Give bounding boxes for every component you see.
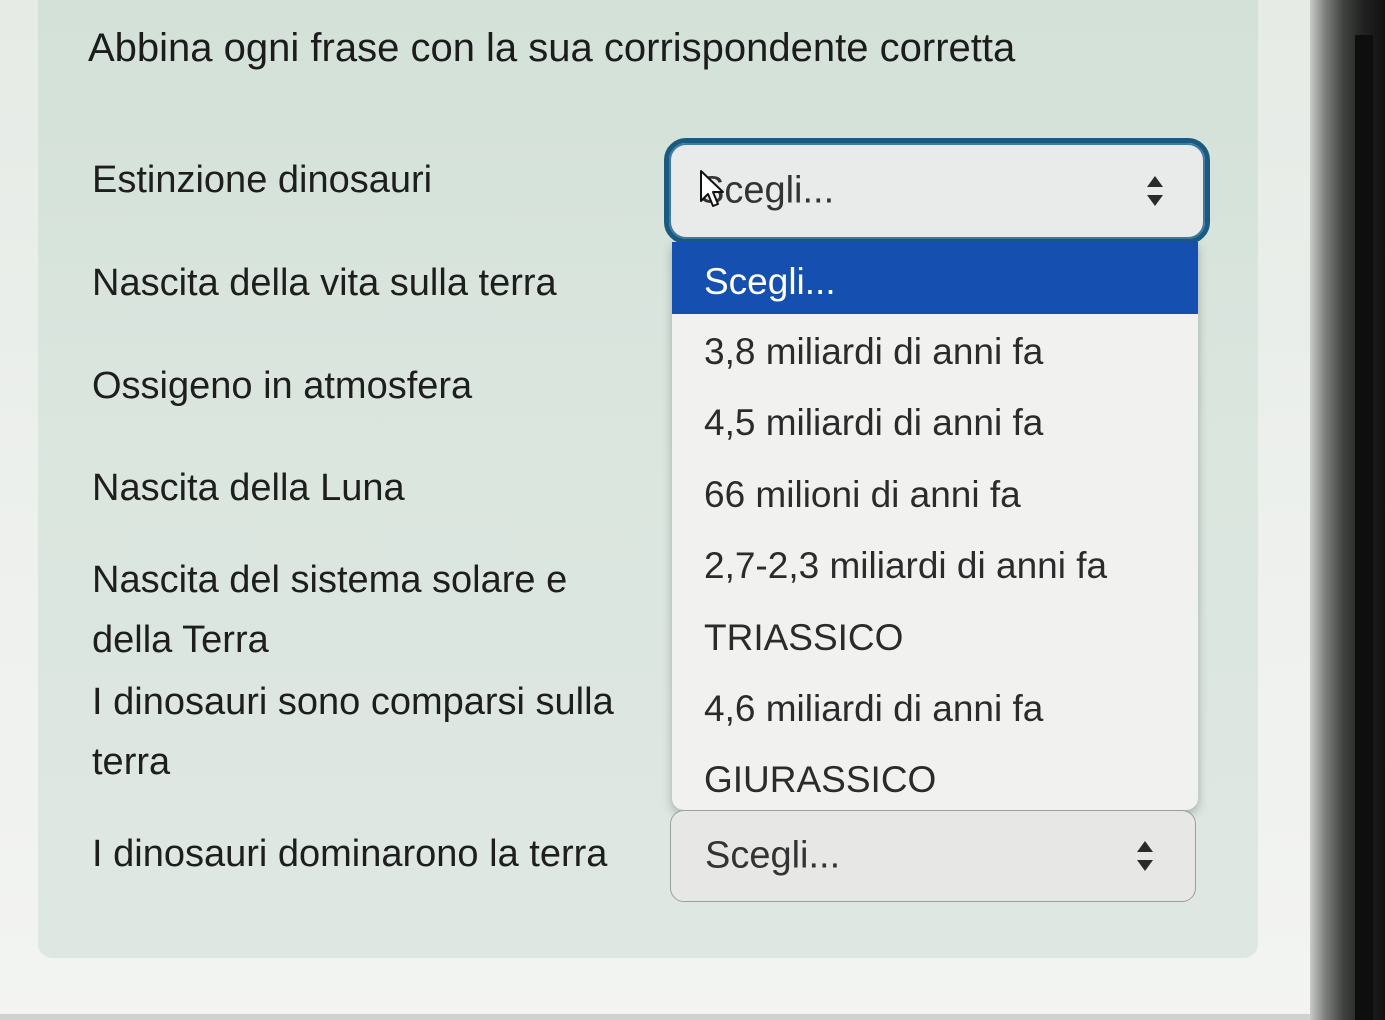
sort-icon [1145,176,1165,206]
stem-label-7: I dinosauri dominarono la terra [92,833,608,875]
stem-label-2: Nascita della vita sulla terra [92,262,557,304]
stem-label-4: Nascita della Luna [92,467,405,509]
answer-select-7[interactable]: Scegli... [670,810,1196,902]
stem-label-5: Nascita del sistema solare e della Terra [92,559,568,661]
dropdown-option[interactable]: 4,5 miliardi di anni fa [672,387,1198,458]
stem-label-6: I dinosauri sono comparsi sulla terra [92,681,614,783]
dropdown-option[interactable]: 66 milioni di anni fa [672,459,1198,530]
dropdown-option[interactable]: 4,6 miliardi di anni fa [672,673,1198,744]
dropdown-option[interactable]: GIURASSICO [672,744,1198,810]
answer-select-1[interactable]: Scegli... [664,138,1210,244]
side-scrollbar[interactable] [1355,35,1373,1020]
sort-icon [1135,841,1155,871]
cursor-icon [700,170,724,207]
dropdown-option-scegli[interactable]: Scegli... [672,242,1198,314]
stem-label-1: Estinzione dinosauri [92,159,433,201]
stem-label-3: Ossigeno in atmosfera [92,365,473,407]
divider [0,1014,1310,1020]
question-prompt: Abbina ogni frase con la sua corrisponde… [88,26,1016,70]
dropdown-list: Scegli... 3,8 miliardi di anni fa 4,5 mi… [672,242,1198,810]
dropdown-option[interactable]: 2,7-2,3 miliardi di anni fa [672,530,1198,601]
dropdown-option[interactable]: TRIASSICO [672,602,1198,673]
side-background [1310,0,1385,1020]
dropdown-option[interactable]: 3,8 miliardi di anni fa [672,316,1198,387]
select-value: Scegli... [705,834,841,877]
